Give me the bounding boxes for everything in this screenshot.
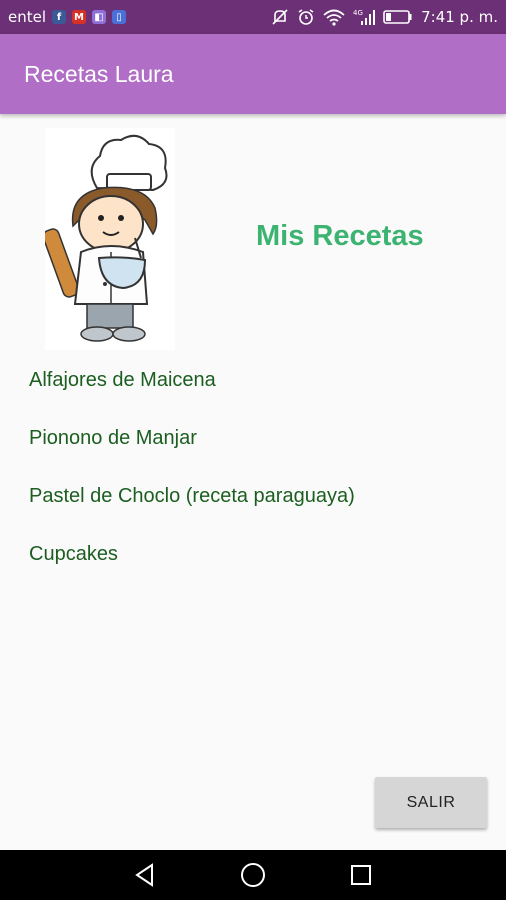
back-icon[interactable] bbox=[130, 860, 160, 890]
page-heading: Mis Recetas bbox=[256, 220, 424, 252]
recipe-item-pastel-de-choclo[interactable]: Pastel de Choclo (receta paraguaya) bbox=[29, 482, 355, 540]
recents-icon[interactable] bbox=[346, 860, 376, 890]
chef-illustration bbox=[42, 128, 175, 350]
app-bar: Recetas Laura bbox=[0, 34, 506, 114]
signal-4g-icon: 4G bbox=[353, 8, 376, 26]
phone-icon: ▯ bbox=[112, 10, 127, 24]
home-icon[interactable] bbox=[238, 860, 268, 890]
status-right: 4G 7:41 p. m. bbox=[271, 8, 498, 26]
battery-icon bbox=[383, 9, 413, 25]
clock: 7:41 p. m. bbox=[421, 8, 498, 26]
svg-text:4G: 4G bbox=[353, 9, 363, 17]
navigation-bar bbox=[0, 850, 506, 900]
alarm-icon bbox=[297, 8, 315, 26]
recipe-item-cupcakes[interactable]: Cupcakes bbox=[29, 540, 355, 598]
mute-icon bbox=[271, 8, 289, 26]
recipe-list: Alfajores de Maicena Pionono de Manjar P… bbox=[29, 366, 355, 598]
wifi-icon bbox=[323, 8, 345, 26]
status-left: entel f M ◧ ▯ bbox=[8, 8, 127, 26]
recipe-item-pionono[interactable]: Pionono de Manjar bbox=[29, 424, 355, 482]
recipe-item-alfajores[interactable]: Alfajores de Maicena bbox=[29, 366, 355, 424]
gmail-icon: M bbox=[72, 10, 87, 24]
app-title: Recetas Laura bbox=[24, 60, 174, 87]
facebook-icon: f bbox=[52, 10, 67, 24]
status-bar: entel f M ◧ ▯ 4G 7:41 p. m. bbox=[0, 0, 506, 34]
exit-button[interactable]: SALIR bbox=[375, 777, 487, 828]
app-icon: ◧ bbox=[92, 10, 107, 24]
carrier-label: entel bbox=[8, 8, 47, 26]
